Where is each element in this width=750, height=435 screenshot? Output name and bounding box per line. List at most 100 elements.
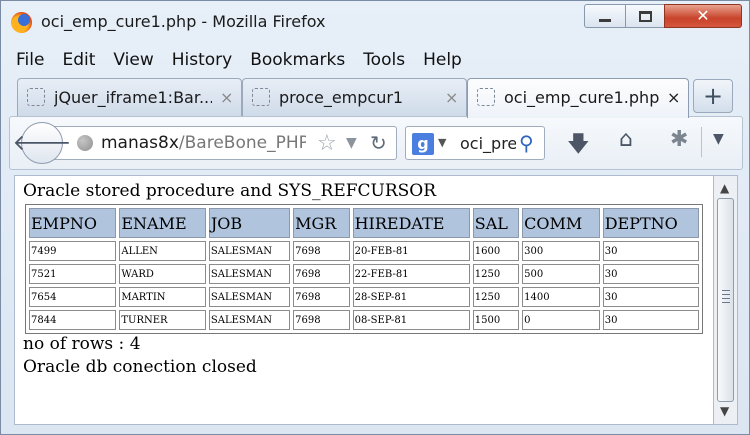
table-cell: 1250	[472, 287, 520, 307]
search-bar[interactable]: g ▼ oci_pre ⚲	[405, 126, 545, 160]
column-header: DEPTNO	[602, 208, 699, 238]
table-cell: 30	[602, 287, 699, 307]
toolbar-divider	[701, 127, 702, 157]
search-engine-icon[interactable]: g	[412, 133, 434, 155]
table-cell: 1400	[522, 287, 600, 307]
table-cell: 7521	[29, 264, 117, 284]
tab-close-icon[interactable]: ×	[220, 88, 233, 107]
tab-label: jQuer_iframe1:Bar...	[54, 88, 212, 107]
employee-table: EMPNO ENAME JOB MGR HIREDATE SAL COMM DE…	[25, 204, 703, 334]
navigation-toolbar: 🡐 manas8x/BareBone_PHP/oci_emp_cure1.php…	[9, 116, 743, 170]
minimize-icon	[599, 18, 611, 22]
tab-oci-emp-cure1[interactable]: oci_emp_cure1.php ×	[467, 78, 689, 118]
page-favicon-icon	[477, 88, 495, 106]
search-icon[interactable]: ⚲	[519, 131, 534, 155]
minimize-button[interactable]	[584, 4, 626, 28]
maximize-icon	[638, 10, 652, 22]
url-path: /BareBone_PHP/oci_emp_cure1.php	[178, 133, 306, 153]
column-header: MGR	[293, 208, 350, 238]
url-bar[interactable]: manas8x/BareBone_PHP/oci_emp_cure1.php ☆…	[48, 126, 397, 160]
column-header: SAL	[472, 208, 520, 238]
toolbar-menu-dropdown-icon[interactable]: ▼	[713, 131, 724, 147]
vertical-scrollbar[interactable]: ▲ ▼	[714, 175, 738, 425]
table-cell: 1600	[472, 241, 520, 261]
row-count-text: no of rows : 4	[23, 334, 141, 354]
table-cell: 30	[602, 310, 699, 330]
bookmark-star-icon[interactable]: ☆	[317, 131, 337, 156]
scroll-thumb[interactable]	[717, 198, 734, 402]
firefox-logo-icon	[11, 12, 32, 33]
downloads-icon[interactable]: 🡇	[567, 127, 590, 165]
table-cell: 500	[522, 264, 600, 284]
tab-jquery-iframe[interactable]: jQuer_iframe1:Bar... ×	[17, 78, 242, 116]
column-header: JOB	[208, 208, 291, 238]
firebug-icon[interactable]: ✱	[670, 127, 688, 152]
column-header: EMPNO	[29, 208, 117, 238]
connection-closed-text: Oracle db conection closed	[23, 357, 257, 377]
url-text[interactable]: manas8x/BareBone_PHP/oci_emp_cure1.php	[101, 133, 306, 153]
table-cell: 7698	[293, 264, 350, 284]
engine-dropdown-icon[interactable]: ▼	[438, 136, 446, 149]
table-cell: ALLEN	[119, 241, 206, 261]
table-cell: TURNER	[119, 310, 206, 330]
browser-window: oci_emp_cure1.php - Mozilla Firefox ✕ Fi…	[0, 0, 750, 435]
table-cell: 22-FEB-81	[352, 264, 470, 284]
maximize-button[interactable]	[625, 4, 665, 28]
table-cell: 7654	[29, 287, 117, 307]
table-cell: SALESMAN	[208, 241, 291, 261]
search-input[interactable]: oci_pre	[460, 134, 516, 153]
page-favicon-icon	[27, 88, 45, 106]
title-bar: oci_emp_cure1.php - Mozilla Firefox ✕	[1, 1, 749, 43]
tab-label: oci_emp_cure1.php	[504, 88, 660, 107]
table-cell: 30	[602, 264, 699, 284]
menu-history[interactable]: History	[169, 48, 235, 72]
back-arrow-icon: 🡐	[12, 131, 72, 156]
table-cell: 1250	[472, 264, 520, 284]
page-content: Oracle stored procedure and SYS_REFCURSO…	[14, 175, 714, 425]
back-button[interactable]: 🡐	[13, 122, 72, 164]
menu-tools[interactable]: Tools	[360, 48, 408, 72]
column-header: ENAME	[119, 208, 206, 238]
close-icon: ✕	[696, 6, 710, 25]
window-title: oci_emp_cure1.php - Mozilla Firefox	[41, 12, 326, 31]
table-cell: MARTIN	[119, 287, 206, 307]
table-row: 7844 TURNER SALESMAN 7698 08-SEP-81 1500…	[29, 310, 699, 330]
table-cell: 08-SEP-81	[352, 310, 470, 330]
table-cell: 30	[602, 241, 699, 261]
tab-proce-empcur1[interactable]: proce_empcur1 ×	[242, 78, 467, 116]
page-favicon-icon	[252, 88, 270, 106]
scroll-up-icon[interactable]: ▲	[720, 181, 729, 195]
menu-file[interactable]: File	[13, 48, 47, 72]
globe-icon	[77, 135, 93, 151]
grip-line	[722, 298, 730, 299]
table-row: 7499 ALLEN SALESMAN 7698 20-FEB-81 1600 …	[29, 241, 699, 261]
tab-close-icon[interactable]: ×	[667, 88, 680, 107]
table-cell: 28-SEP-81	[352, 287, 470, 307]
table-cell: 20-FEB-81	[352, 241, 470, 261]
grip-line	[722, 302, 730, 303]
url-host: manas8x	[101, 133, 179, 153]
menu-edit[interactable]: Edit	[59, 48, 98, 72]
url-history-dropdown-icon[interactable]: ▼	[346, 135, 357, 151]
reload-icon[interactable]: ↻	[370, 131, 387, 155]
table-cell: SALESMAN	[208, 310, 291, 330]
menu-view[interactable]: View	[110, 48, 156, 72]
grip-line	[722, 290, 730, 291]
tab-close-icon[interactable]: ×	[445, 88, 458, 107]
tab-label: proce_empcur1	[279, 88, 404, 107]
table-cell: 7844	[29, 310, 117, 330]
menu-bookmarks[interactable]: Bookmarks	[247, 48, 348, 72]
menu-help[interactable]: Help	[420, 48, 465, 72]
home-icon[interactable]: ⌂	[619, 127, 633, 152]
menu-bar: File Edit View History Bookmarks Tools H…	[13, 45, 477, 75]
table-cell: SALESMAN	[208, 287, 291, 307]
table-cell: 7698	[293, 310, 350, 330]
page-heading: Oracle stored procedure and SYS_REFCURSO…	[23, 181, 437, 201]
table-row: 7654 MARTIN SALESMAN 7698 28-SEP-81 1250…	[29, 287, 699, 307]
new-tab-button[interactable]: +	[693, 79, 733, 113]
column-header: COMM	[522, 208, 600, 238]
close-window-button[interactable]: ✕	[664, 4, 742, 28]
table-header-row: EMPNO ENAME JOB MGR HIREDATE SAL COMM DE…	[29, 208, 699, 238]
scroll-down-icon[interactable]: ▼	[720, 404, 729, 418]
table-cell: 300	[522, 241, 600, 261]
